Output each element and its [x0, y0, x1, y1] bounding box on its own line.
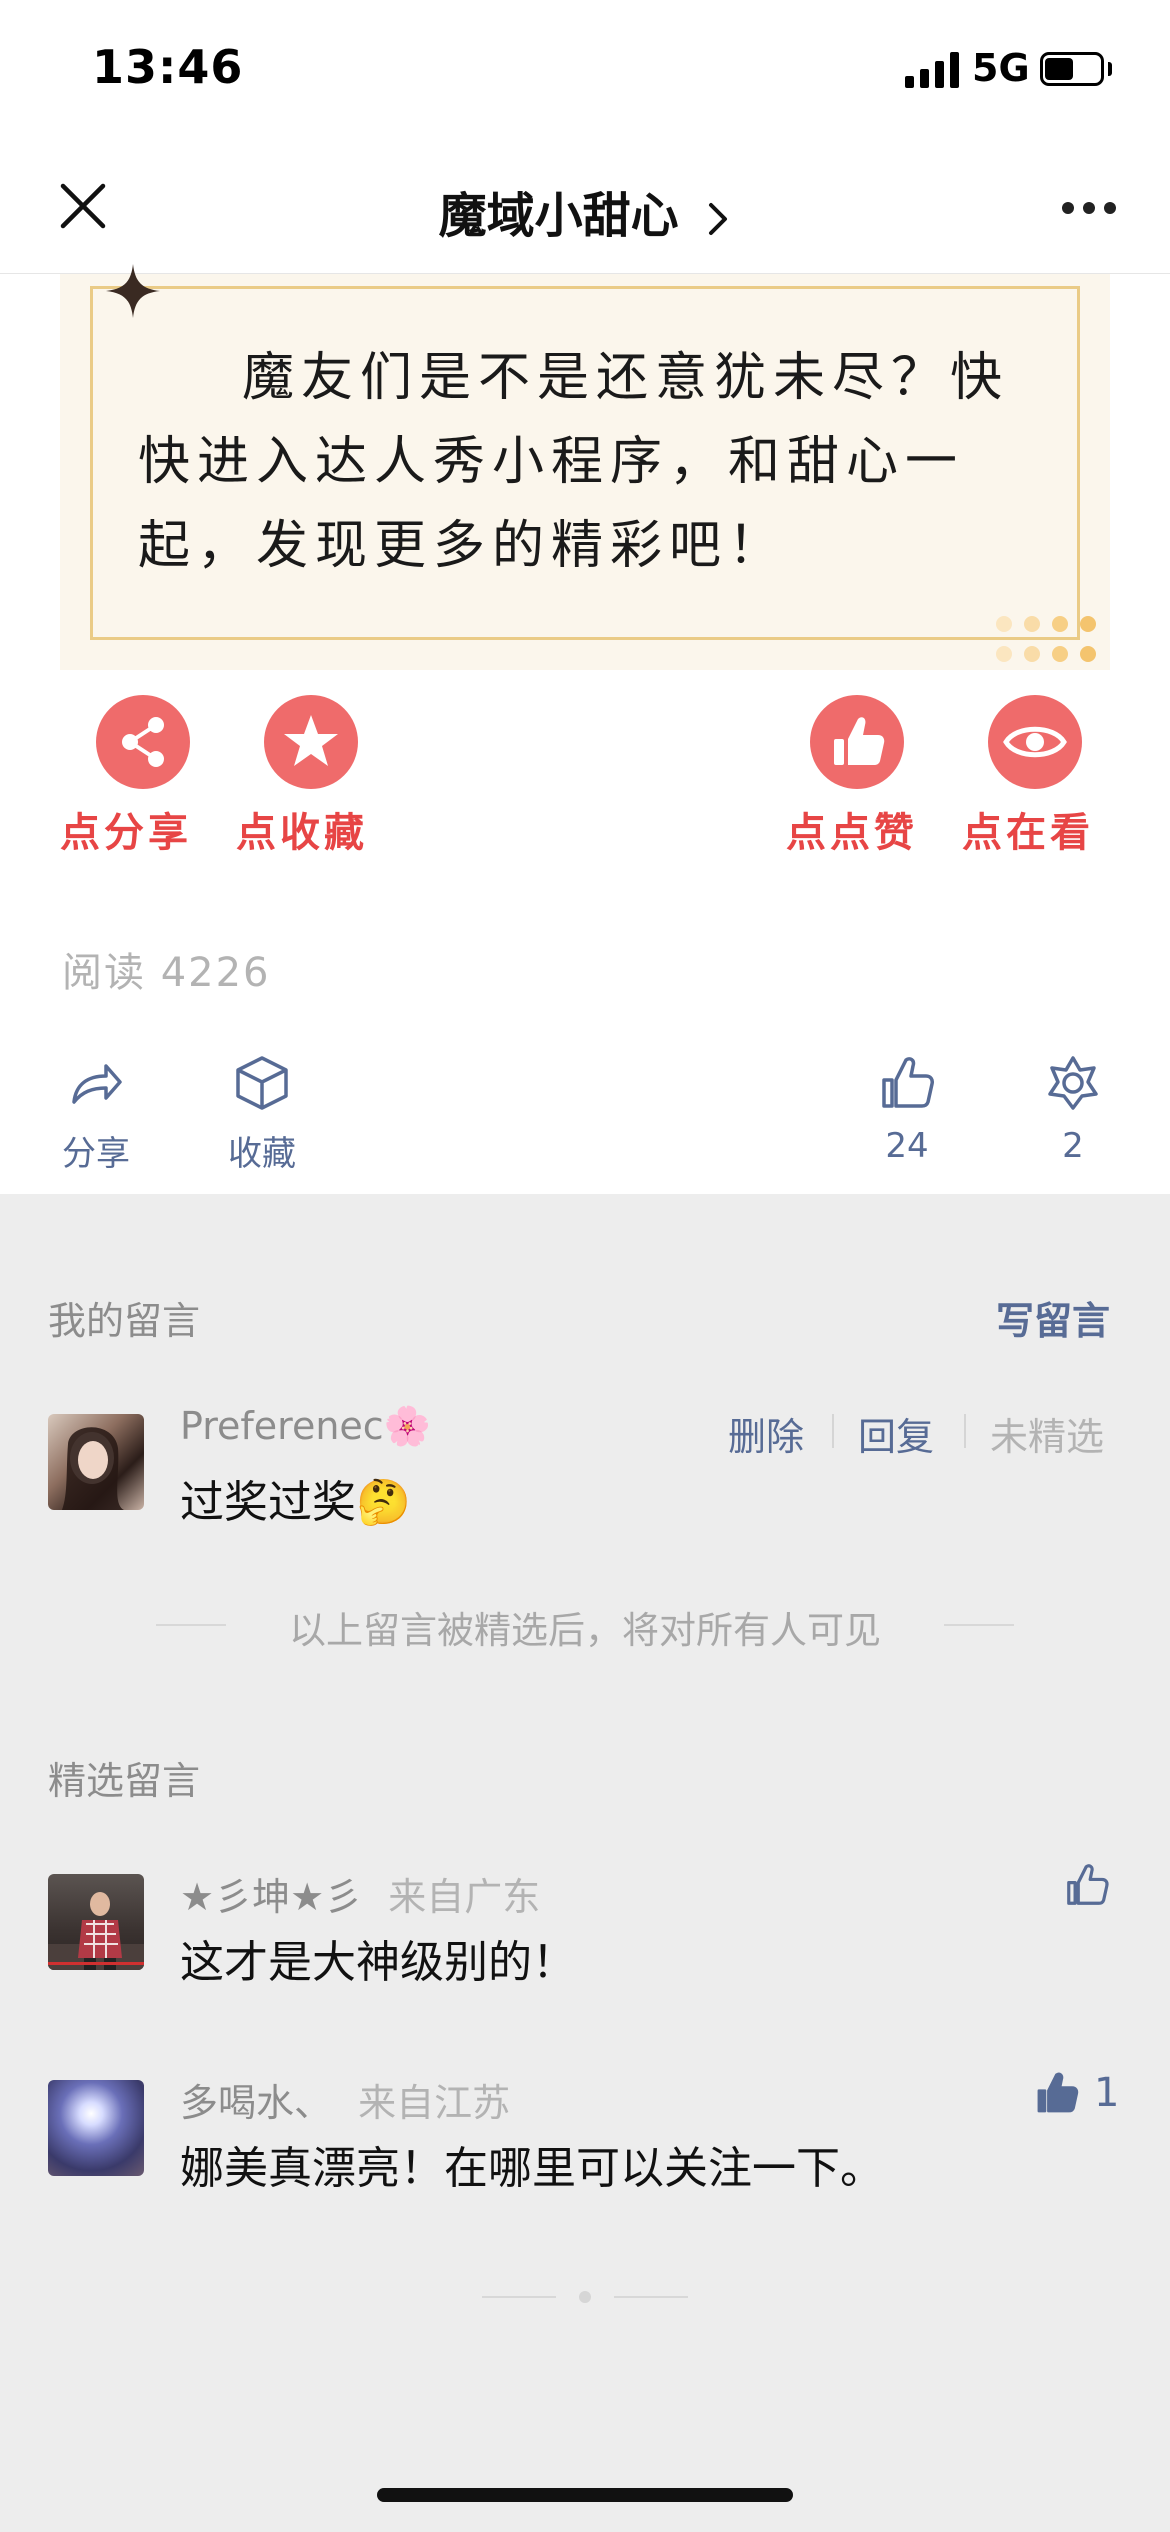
- flower-emoji: 🌸: [383, 1404, 432, 1448]
- nav-title[interactable]: 魔域小甜心: [0, 176, 1170, 246]
- box-icon[interactable]: [234, 1054, 290, 1112]
- status-time: 13:46: [92, 40, 244, 94]
- wow-action-button[interactable]: [988, 695, 1082, 789]
- sparkle-icon: [106, 264, 160, 318]
- featured-status: 未精选: [990, 1415, 1105, 1459]
- notice-text: 以上留言被精选后，将对所有人可见: [289, 1609, 881, 1652]
- collect-action-button[interactable]: [264, 695, 358, 789]
- forward-icon[interactable]: [68, 1054, 124, 1110]
- like-action-label[interactable]: 点点赞: [786, 800, 918, 858]
- collect-label[interactable]: 收藏: [202, 1126, 322, 1175]
- avatar[interactable]: [48, 1414, 144, 1510]
- share-label[interactable]: 分享: [36, 1126, 156, 1175]
- ops-divider: [832, 1414, 834, 1448]
- chevron-right-icon: [709, 203, 728, 235]
- commenter-name[interactable]: 多喝水、 来自江苏: [180, 2072, 510, 2127]
- reply-button[interactable]: 回复: [858, 1406, 934, 1461]
- ops-divider: [964, 1414, 966, 1448]
- like-icon[interactable]: [878, 1054, 936, 1112]
- commenter-location: 来自江苏: [358, 2081, 511, 2125]
- write-comment-button[interactable]: 写留言: [996, 1290, 1110, 1345]
- comment-like-count: 1: [1094, 2070, 1120, 2116]
- star-icon: [284, 715, 338, 766]
- promo-text: 魔友们是不是还意犹未尽？快快进入达人秀小程序，和甜心一起，发现更多的精彩吧！: [138, 348, 1010, 576]
- decorative-dots-icon: [996, 616, 1096, 662]
- eye-icon: [1003, 726, 1067, 758]
- wow-star-icon[interactable]: [1044, 1054, 1102, 1112]
- share-icon: [122, 717, 164, 767]
- wow-action-label[interactable]: 点在看: [962, 800, 1094, 858]
- more-icon[interactable]: [1060, 200, 1118, 216]
- like-action-button[interactable]: [810, 695, 904, 789]
- delete-button[interactable]: 删除: [728, 1406, 804, 1461]
- end-dot: [579, 2291, 591, 2303]
- battery-cap: [1108, 62, 1112, 76]
- comment-like-icon[interactable]: [1064, 1862, 1110, 1908]
- comment-text: 过奖过奖🤔: [180, 1477, 411, 1528]
- commenter-location: 来自广东: [388, 1875, 541, 1919]
- share-action-label[interactable]: 点分享: [60, 800, 192, 858]
- notice-line-right: [944, 1624, 1014, 1626]
- wow-count: 2: [1062, 1126, 1084, 1166]
- like-count: 24: [885, 1126, 929, 1166]
- commenter-name[interactable]: ★彡坤★彡 来自广东: [180, 1866, 540, 1921]
- signal-icon: [905, 52, 959, 88]
- end-line-right: [614, 2296, 688, 2298]
- comment-text: 娜美真漂亮！在哪里可以关注一下。: [180, 2143, 884, 2194]
- avatar-portrait: [62, 1427, 124, 1510]
- commenter-name[interactable]: Preferenec🌸: [180, 1404, 431, 1449]
- featured-comments-title: 精选留言: [48, 1759, 201, 1803]
- avatar[interactable]: [48, 2080, 144, 2176]
- thumbs-up-icon: [834, 717, 885, 765]
- account-name[interactable]: 魔域小甜心: [439, 188, 679, 244]
- thinking-emoji: 🤔: [356, 1477, 411, 1528]
- home-indicator[interactable]: [377, 2488, 793, 2502]
- avatar[interactable]: [48, 1874, 144, 1970]
- comment-text: 这才是大神级别的！: [180, 1937, 576, 1988]
- collect-action-label[interactable]: 点收藏: [236, 800, 368, 858]
- share-action-button[interactable]: [96, 695, 190, 789]
- battery-level: [1045, 58, 1073, 80]
- network-label: 5G: [972, 46, 1030, 90]
- my-comments-title: 我的留言: [48, 1299, 201, 1343]
- avatar-photo: [48, 1892, 144, 1970]
- end-line-left: [482, 2296, 556, 2298]
- read-count: 阅读 4226: [62, 950, 271, 996]
- comment-liked-icon[interactable]: [1034, 2070, 1080, 2116]
